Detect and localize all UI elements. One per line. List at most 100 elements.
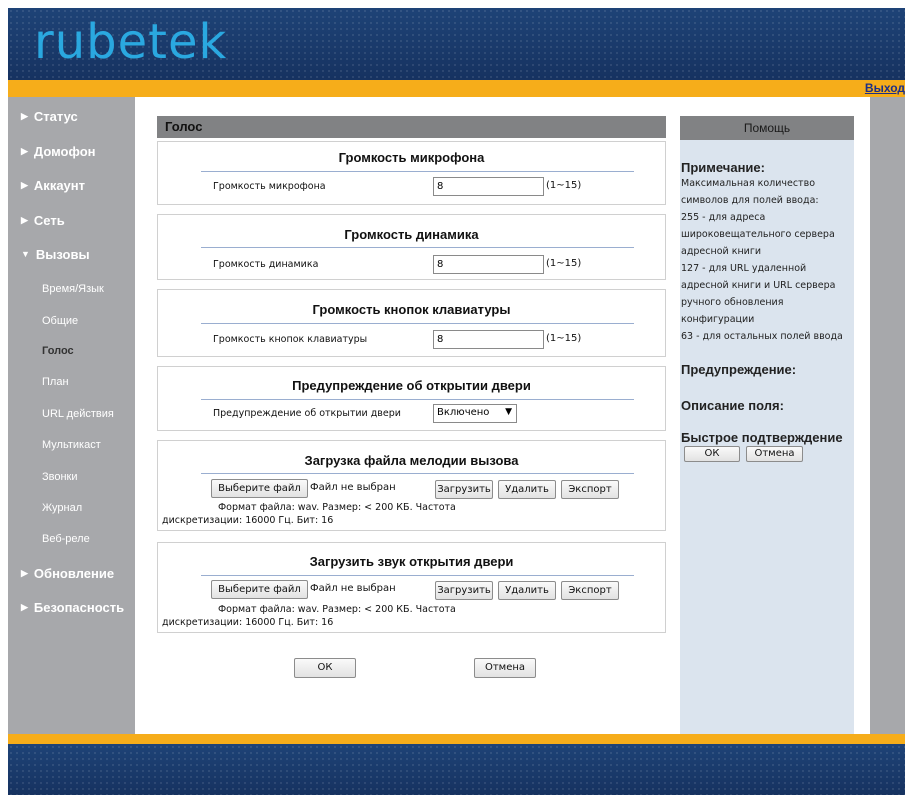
help-cancel-button[interactable]: Отмена xyxy=(746,446,803,462)
sidebar-item-calls[interactable]: ▼ Вызовы xyxy=(21,247,90,262)
triangle-right-icon: ▶ xyxy=(21,146,28,156)
panel-title: Громкость микрофона xyxy=(338,150,485,165)
triangle-right-icon: ▶ xyxy=(21,215,28,225)
sidebar-item-label: Сеть xyxy=(33,213,65,228)
note-line: 255 - для адреса xyxy=(681,212,766,223)
triangle-right-icon: ▶ xyxy=(21,602,28,612)
sidebar-subitem-calls-log[interactable]: Звонки xyxy=(42,471,78,483)
logo: rubetek xyxy=(34,14,228,70)
divider xyxy=(201,171,634,172)
footer-banner xyxy=(8,744,905,795)
header-banner: rubetek xyxy=(8,8,905,80)
note-line: ручного обновления xyxy=(681,297,784,308)
panel-title: Загрузить звук открытия двери xyxy=(309,554,514,569)
sidebar-subitem-action-url[interactable]: URL действия xyxy=(42,408,114,420)
panel-title: Громкость кнопок клавиатуры xyxy=(312,302,511,317)
field-label: Громкость кнопок клавиатуры xyxy=(213,334,368,345)
note-line: Максимальная количество xyxy=(681,178,816,189)
select-value: Включено xyxy=(437,407,490,418)
sidebar-subitem-voice[interactable]: Голос xyxy=(42,345,74,357)
sidebar-item-label: Статус xyxy=(33,109,78,124)
sidebar-item-label: Аккаунт xyxy=(33,178,86,193)
format-hint: Формат файла: wav. Размер: < 200 КБ. Час… xyxy=(218,502,456,513)
sidebar-item-account[interactable]: ▶ Аккаунт xyxy=(21,178,85,193)
export-button[interactable]: Экспорт xyxy=(561,581,619,600)
sidebar-item-label: Домофон xyxy=(33,144,96,159)
panel-speaker-volume: Громкость динамика Громкость динамика (1… xyxy=(157,214,666,280)
file-status: Файл не выбран xyxy=(310,482,396,493)
mic-volume-input[interactable] xyxy=(433,177,544,196)
delete-button[interactable]: Удалить xyxy=(498,480,556,499)
choose-file-button[interactable]: Выберите файл xyxy=(211,479,308,498)
divider xyxy=(201,323,634,324)
help-title: Помощь xyxy=(680,116,854,140)
sidebar-subitem-journal[interactable]: Журнал xyxy=(42,502,82,514)
help-ok-button[interactable]: ОК xyxy=(684,446,740,462)
note-line: адресной книги и URL сервера xyxy=(681,280,836,291)
header-accent-bar xyxy=(8,80,905,97)
logout-link[interactable]: Выход xyxy=(865,81,905,95)
field-label: Предупреждение об открытии двери xyxy=(213,408,401,419)
note-line: символов для полей ввода: xyxy=(681,195,819,206)
note-line: 63 - для остальных полей ввода xyxy=(681,331,843,342)
panel-ringtone-upload: Загрузка файла мелодии вызова Выберите ф… xyxy=(157,440,666,531)
sidebar-item-label: Обновление xyxy=(33,566,115,581)
panel-title: Предупреждение об открытии двери xyxy=(292,378,531,393)
panel-mic-volume: Громкость микрофона Громкость микрофона … xyxy=(157,141,666,205)
range-hint: (1~15) xyxy=(546,333,582,344)
sidebar-subitem-plan[interactable]: План xyxy=(42,376,69,388)
note-line: 127 - для URL удаленной xyxy=(681,263,807,274)
sidebar-item-label: Безопасность xyxy=(33,600,125,615)
note-heading: Примечание: xyxy=(681,160,765,175)
note-line: широковещательного сервера xyxy=(681,229,835,240)
sidebar-subitem-time-language[interactable]: Время/Язык xyxy=(42,283,104,295)
sidebar-item-network[interactable]: ▶ Сеть xyxy=(21,213,65,228)
format-hint: дискретизации: 16000 Гц. Бит: 16 xyxy=(162,515,334,526)
footer-accent-bar xyxy=(8,734,905,744)
range-hint: (1~15) xyxy=(546,258,582,269)
field-label: Громкость микрофона xyxy=(213,181,326,192)
sidebar-subitem-web-relay[interactable]: Веб-реле xyxy=(42,533,90,545)
sidebar-subitem-general[interactable]: Общие xyxy=(42,315,78,327)
upload-button[interactable]: Загрузить xyxy=(435,581,493,600)
field-label: Громкость динамика xyxy=(213,259,319,270)
triangle-right-icon: ▶ xyxy=(21,111,28,121)
sidebar-item-status[interactable]: ▶ Статус xyxy=(21,109,78,124)
format-hint: Формат файла: wav. Размер: < 200 КБ. Час… xyxy=(218,604,456,615)
quick-confirm-heading: Быстрое подтверждение xyxy=(681,430,843,445)
help-panel: Помощь Примечание: Максимальная количест… xyxy=(680,116,854,734)
triangle-down-icon: ▼ xyxy=(21,249,30,259)
section-header: Голос xyxy=(157,116,666,138)
sidebar-item-intercom[interactable]: ▶ Домофон xyxy=(21,144,96,159)
triangle-right-icon: ▶ xyxy=(21,568,28,578)
choose-file-button[interactable]: Выберите файл xyxy=(211,580,308,599)
range-hint: (1~15) xyxy=(546,180,582,191)
speaker-volume-input[interactable] xyxy=(433,255,544,274)
upload-button[interactable]: Загрузить xyxy=(435,480,493,499)
divider xyxy=(201,399,634,400)
panel-title: Загрузка файла мелодии вызова xyxy=(304,453,519,468)
divider xyxy=(201,473,634,474)
field-description-heading: Описание поля: xyxy=(681,398,784,413)
export-button[interactable]: Экспорт xyxy=(561,480,619,499)
cancel-button[interactable]: Отмена xyxy=(474,658,536,678)
note-line: конфигурации xyxy=(681,314,755,325)
triangle-right-icon: ▶ xyxy=(21,180,28,190)
panel-title: Громкость динамика xyxy=(344,227,479,242)
note-line: адресной книги xyxy=(681,246,761,257)
sidebar-item-update[interactable]: ▶ Обновление xyxy=(21,566,114,581)
divider xyxy=(201,575,634,576)
ok-button[interactable]: ОК xyxy=(294,658,356,678)
delete-button[interactable]: Удалить xyxy=(498,581,556,600)
sidebar-item-security[interactable]: ▶ Безопасность xyxy=(21,600,124,615)
sidebar: ▶ Статус ▶ Домофон ▶ Аккаунт ▶ Сеть ▼ Вызовы … xyxy=(8,97,135,734)
panel-door-warning: Предупреждение об открытии двери Предупр… xyxy=(157,366,666,431)
panel-keypad-volume: Громкость кнопок клавиатуры Громкость кн… xyxy=(157,289,666,357)
file-status: Файл не выбран xyxy=(310,583,396,594)
sidebar-item-label: Вызовы xyxy=(35,247,90,262)
format-hint: дискретизации: 16000 Гц. Бит: 16 xyxy=(162,617,334,628)
keypad-volume-input[interactable] xyxy=(433,330,544,349)
panel-door-sound-upload: Загрузить звук открытия двери Выберите ф… xyxy=(157,542,666,633)
door-warning-select[interactable]: Включено ▼ xyxy=(433,404,517,423)
sidebar-subitem-multicast[interactable]: Мультикаст xyxy=(42,439,101,451)
